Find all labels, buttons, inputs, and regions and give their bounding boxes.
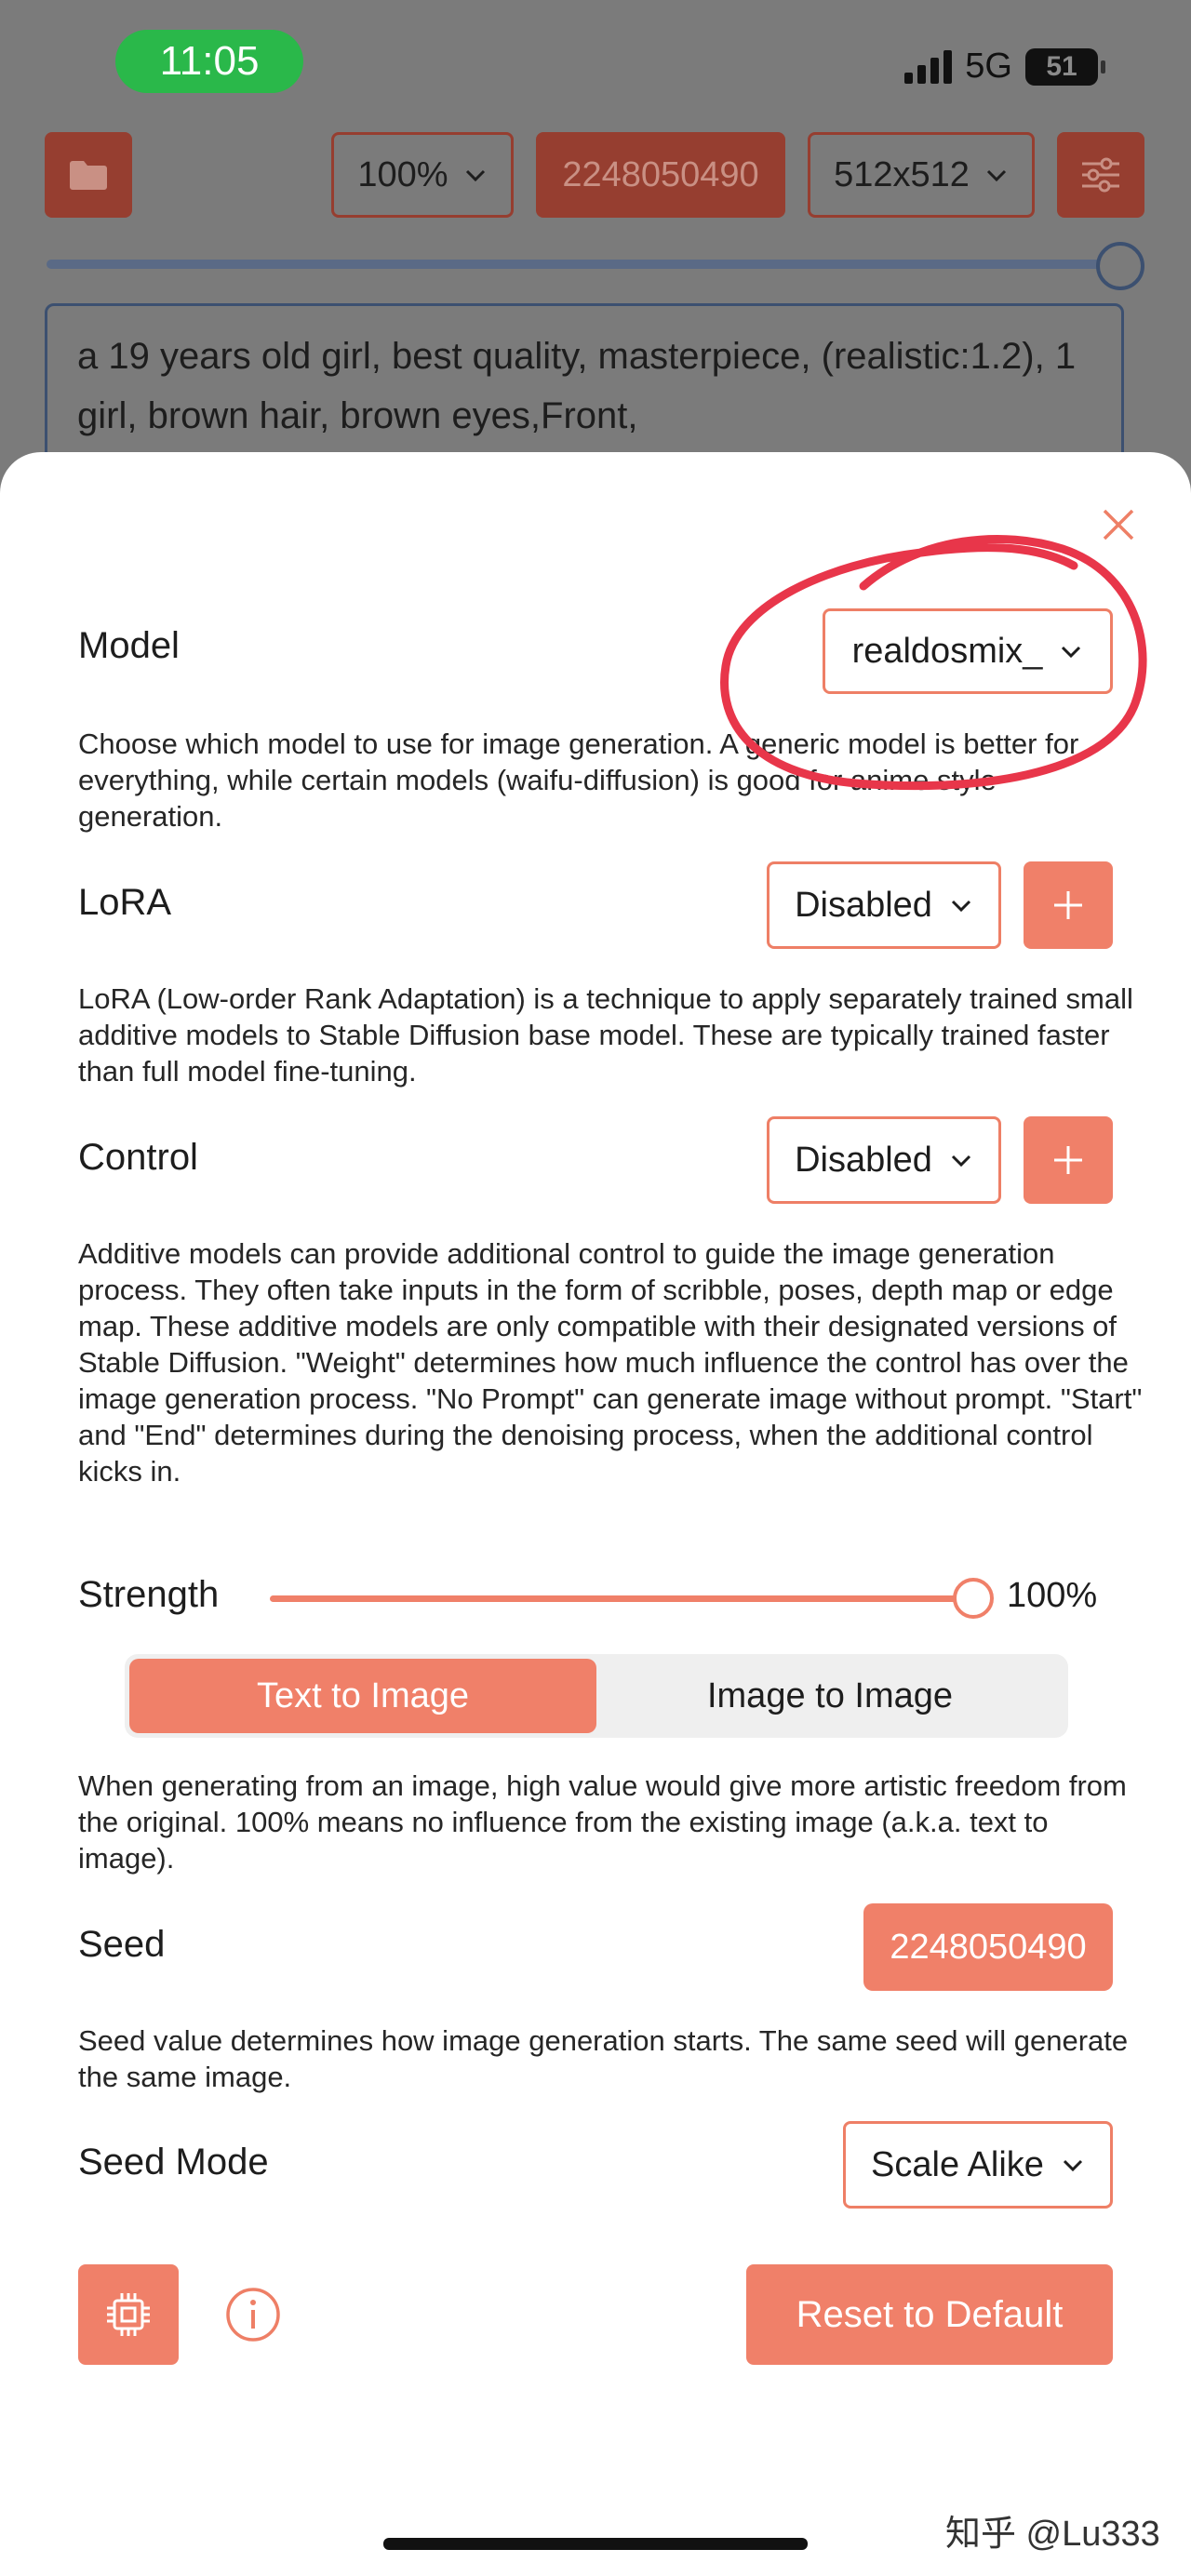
tab-image-to-image[interactable]: Image to Image [596, 1659, 1064, 1733]
close-icon[interactable] [1102, 508, 1135, 541]
battery-level: 51 [1046, 50, 1077, 82]
signal-icon [904, 49, 953, 84]
seed-value: 2248050490 [890, 1927, 1087, 1967]
control-description: Additive models can provide additional c… [78, 1237, 1143, 1488]
watermark: 知乎 @Lu333 [945, 2515, 1160, 2554]
battery-icon: 51 [1025, 47, 1105, 86]
chevron-down-icon [986, 169, 1006, 182]
seed-display-button[interactable]: 2248050490 [536, 132, 785, 218]
seed-label: Seed [78, 1924, 166, 1965]
add-control-button[interactable] [1024, 1116, 1113, 1204]
strength-value: 100% [1007, 1576, 1098, 1615]
chevron-down-icon [951, 900, 970, 913]
seed-mode-label: Seed Mode [78, 2142, 269, 2182]
plus-icon [1054, 891, 1082, 919]
zoom-select[interactable]: 100% [331, 132, 514, 218]
lora-label: LoRA [78, 882, 172, 923]
cpu-button[interactable] [78, 2264, 179, 2365]
size-select[interactable]: 512x512 [808, 132, 1035, 218]
seed-description: Seed value determines how image generati… [78, 2024, 1129, 2093]
progress-thumb[interactable] [1096, 242, 1145, 290]
progress-track [47, 260, 1143, 269]
mode-segmented-control: Text to Image Image to Image [125, 1654, 1068, 1738]
model-select[interactable]: realdosmix_ [823, 608, 1113, 694]
folder-button[interactable] [45, 132, 132, 218]
seed-display-value: 2248050490 [562, 154, 759, 194]
seed-mode-value: Scale Alike [871, 2144, 1044, 2184]
strength-label: Strength [78, 1574, 220, 1615]
control-select[interactable]: Disabled [767, 1116, 1001, 1204]
zoom-value: 100% [357, 154, 448, 194]
control-label: Control [78, 1137, 198, 1178]
reset-to-default-button[interactable]: Reset to Default [746, 2264, 1113, 2365]
add-lora-button[interactable] [1024, 861, 1113, 949]
control-value: Disabled [795, 1140, 932, 1180]
settings-button[interactable] [1057, 132, 1144, 218]
plus-icon [1054, 1146, 1082, 1174]
status-indicators: 5G 51 [904, 47, 1105, 87]
cpu-icon [107, 2293, 150, 2336]
status-time: 11:05 [115, 30, 303, 93]
reset-label: Reset to Default [796, 2293, 1064, 2335]
lora-select[interactable]: Disabled [767, 861, 1001, 949]
seed-mode-select[interactable]: Scale Alike [843, 2121, 1113, 2209]
size-value: 512x512 [834, 154, 970, 194]
settings-sheet: Model realdosmix_ Choose which model to … [0, 452, 1191, 2576]
lora-description: LoRA (Low-order Rank Adaptation) is a te… [78, 982, 1133, 1088]
info-icon[interactable] [225, 2287, 281, 2342]
strength-slider-thumb[interactable] [953, 1578, 994, 1619]
lora-value: Disabled [795, 885, 932, 925]
chevron-down-icon [951, 1155, 970, 1168]
chevron-down-icon [465, 169, 485, 182]
seed-value-button[interactable]: 2248050490 [863, 1903, 1113, 1991]
chevron-down-icon [1063, 2159, 1082, 2172]
chevron-down-icon [1062, 646, 1081, 659]
tab-text-to-image[interactable]: Text to Image [129, 1659, 596, 1733]
model-description: Choose which model to use for image gene… [78, 727, 1079, 833]
folder-icon [70, 161, 107, 190]
model-value: realdosmix_ [851, 631, 1043, 671]
home-indicator [383, 2538, 808, 2550]
model-label: Model [78, 625, 180, 666]
strength-slider-track[interactable] [270, 1595, 973, 1602]
network-label: 5G [965, 47, 1012, 86]
mode-description: When generating from an image, high valu… [78, 1769, 1127, 1875]
sliders-icon [1082, 157, 1119, 193]
